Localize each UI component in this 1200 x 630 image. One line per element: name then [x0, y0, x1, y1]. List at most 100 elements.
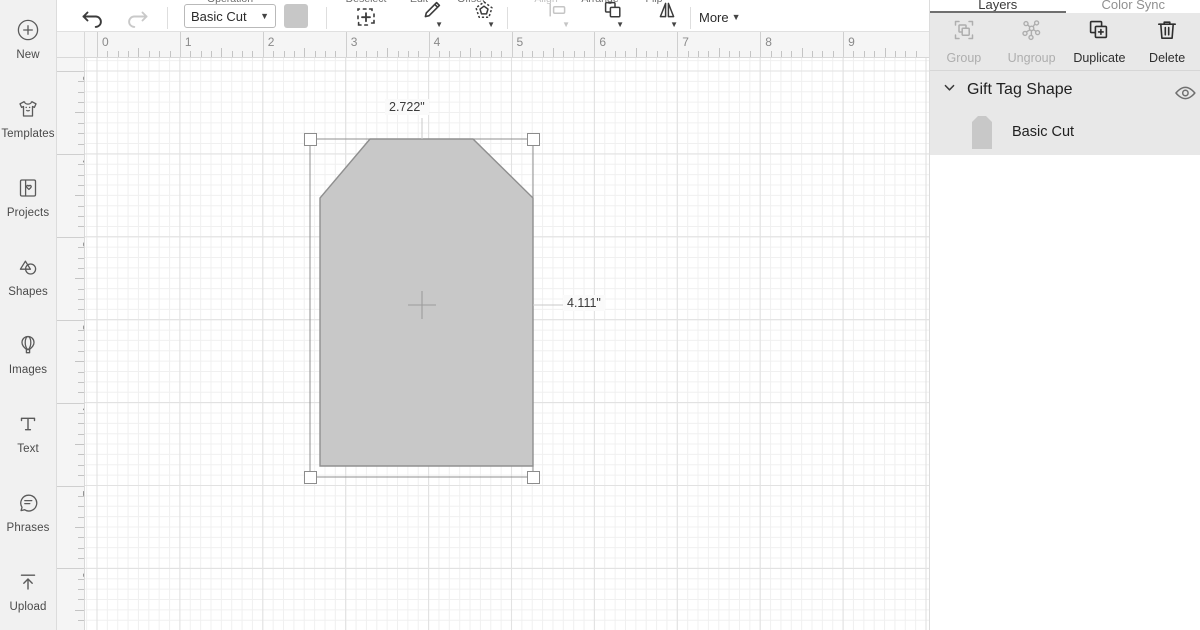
ruler-h-label: 7	[682, 35, 689, 49]
ruler-h-minor-tick	[915, 51, 917, 57]
upload-arrow-icon	[15, 569, 41, 595]
eye-icon[interactable]	[1175, 83, 1199, 108]
toolbar-divider-2	[326, 7, 327, 29]
gift-tag-shape[interactable]	[319, 138, 534, 467]
ruler-h-minor-tick	[148, 51, 150, 57]
sidebar-label-text: Text	[17, 443, 39, 456]
ruler-h-major-tick	[97, 32, 98, 57]
ruler-h-minor-tick	[387, 48, 389, 57]
tshirt-icon	[15, 96, 41, 122]
ruler-v-minor-tick	[75, 526, 84, 528]
ruler-h-minor-tick	[117, 51, 119, 57]
ruler-h-minor-tick	[293, 51, 295, 57]
tab-layers[interactable]: Layers	[930, 0, 1066, 13]
ruler-h-minor-tick	[780, 51, 782, 57]
speech-bubble-icon	[15, 490, 41, 516]
sidebar-item-new[interactable]: New	[0, 0, 57, 79]
ruler-h-label: 3	[350, 35, 358, 49]
ruler-h-minor-tick	[221, 48, 223, 57]
ruler-v-minor-tick	[75, 112, 84, 114]
sidebar-item-templates[interactable]: Templates	[0, 79, 57, 158]
ruler-v-minor-tick	[78, 164, 84, 166]
tab-color-sync[interactable]: Color Sync	[1066, 0, 1200, 13]
chevron-down-icon: ▼	[731, 12, 741, 22]
hot-air-balloon-icon	[15, 332, 41, 358]
ruler-h-minor-tick	[708, 51, 710, 57]
ruler-h-minor-tick	[656, 51, 658, 57]
width-dimension-label: 2.722"	[385, 99, 429, 115]
arrange-layers-icon	[602, 0, 624, 21]
deselect-group: Deselect	[341, 0, 391, 31]
layer-row[interactable]: Basic Cut	[930, 109, 1200, 155]
toolbar-divider-3	[507, 7, 508, 29]
ruler-h-minor-tick	[397, 51, 399, 57]
chevron-down-icon: ▼	[616, 20, 624, 29]
ruler-v-minor-tick	[78, 257, 84, 259]
ruler-v-minor-tick	[78, 122, 84, 124]
ruler-h-label: 8	[765, 35, 772, 49]
ruler-h-minor-tick	[470, 48, 472, 57]
chevron-down-icon: ▼	[435, 20, 443, 29]
resize-handle-bottom-right[interactable]	[527, 471, 540, 484]
undo-button[interactable]	[71, 0, 115, 31]
gift-tag-thumbnail-icon	[972, 115, 992, 149]
plus-circle-icon	[15, 17, 41, 43]
tab-layers-label: Layers	[978, 0, 1018, 12]
ruler-h-minor-tick	[552, 48, 554, 57]
ruler-v-minor-tick	[78, 205, 84, 207]
align-button[interactable]: ▼	[522, 0, 570, 31]
resize-handle-top-right[interactable]	[527, 133, 540, 146]
horizontal-ruler[interactable]: 0 1 2 3 4 5 6 7 8 9	[85, 32, 929, 58]
ruler-v-minor-tick	[75, 444, 84, 446]
ruler-h-label: 1	[184, 35, 192, 49]
sidebar-label-upload: Upload	[9, 600, 47, 613]
ruler-v-minor-tick	[78, 506, 84, 508]
operation-select[interactable]: Basic Cut ▼	[184, 4, 276, 28]
flip-button[interactable]: ▼	[630, 0, 678, 31]
ruler-v-minor-tick	[78, 412, 84, 414]
ruler-h-minor-tick	[231, 51, 233, 57]
ruler-h-minor-tick	[438, 51, 440, 57]
more-button[interactable]: More ▼	[699, 10, 741, 25]
operation-color-swatch[interactable]	[284, 4, 308, 28]
chevron-down-icon: ▼	[670, 20, 678, 29]
ruler-h-minor-tick	[366, 51, 368, 57]
chevron-down-icon[interactable]	[942, 80, 957, 100]
arrange-button[interactable]: ▼	[576, 0, 624, 31]
sidebar-item-upload[interactable]: Upload	[0, 551, 57, 630]
ruler-h-minor-tick	[242, 51, 244, 57]
ruler-h-major-tick	[677, 32, 679, 57]
deselect-button[interactable]	[341, 0, 391, 31]
group-icon	[952, 18, 976, 47]
toolbar-divider	[167, 7, 168, 29]
ruler-v-major-tick	[57, 568, 84, 570]
delete-button[interactable]: Delete	[1133, 13, 1200, 71]
ruler-h-minor-tick	[635, 48, 637, 57]
sidebar-item-projects[interactable]: Projects	[0, 158, 57, 237]
duplicate-button[interactable]: Duplicate	[1066, 13, 1134, 71]
ruler-v-minor-tick	[78, 143, 84, 145]
layer-group-header[interactable]: Gift Tag Shape	[930, 71, 1200, 109]
ruler-h-minor-tick	[832, 51, 834, 57]
text-t-icon	[15, 411, 41, 437]
height-dimension-label: 4.111"	[563, 295, 605, 311]
ungroup-icon	[1020, 18, 1044, 47]
resize-handle-top-left[interactable]	[304, 133, 317, 146]
sidebar-item-images[interactable]: Images	[0, 315, 57, 394]
sidebar-item-text[interactable]: Text	[0, 394, 57, 473]
design-canvas[interactable]: 2.722" 4.111"	[85, 58, 929, 630]
group-button[interactable]: Group	[930, 13, 998, 71]
ruler-h-minor-tick	[521, 51, 523, 57]
vertical-ruler[interactable]: 0123456	[57, 58, 85, 630]
chevron-down-icon: ▼	[562, 20, 570, 29]
edit-button[interactable]: ▼	[395, 0, 443, 31]
ruler-v-minor-tick	[78, 464, 84, 466]
ruler-h-label: 4	[433, 35, 441, 49]
resize-handle-bottom-left[interactable]	[304, 471, 317, 484]
redo-button[interactable]	[115, 0, 159, 31]
ungroup-button[interactable]: Ungroup	[998, 13, 1066, 71]
ruler-h-minor-tick	[190, 51, 192, 57]
sidebar-item-phrases[interactable]: Phrases	[0, 473, 57, 552]
sidebar-item-shapes[interactable]: Shapes	[0, 236, 57, 315]
offset-button[interactable]: ▼	[447, 0, 495, 31]
